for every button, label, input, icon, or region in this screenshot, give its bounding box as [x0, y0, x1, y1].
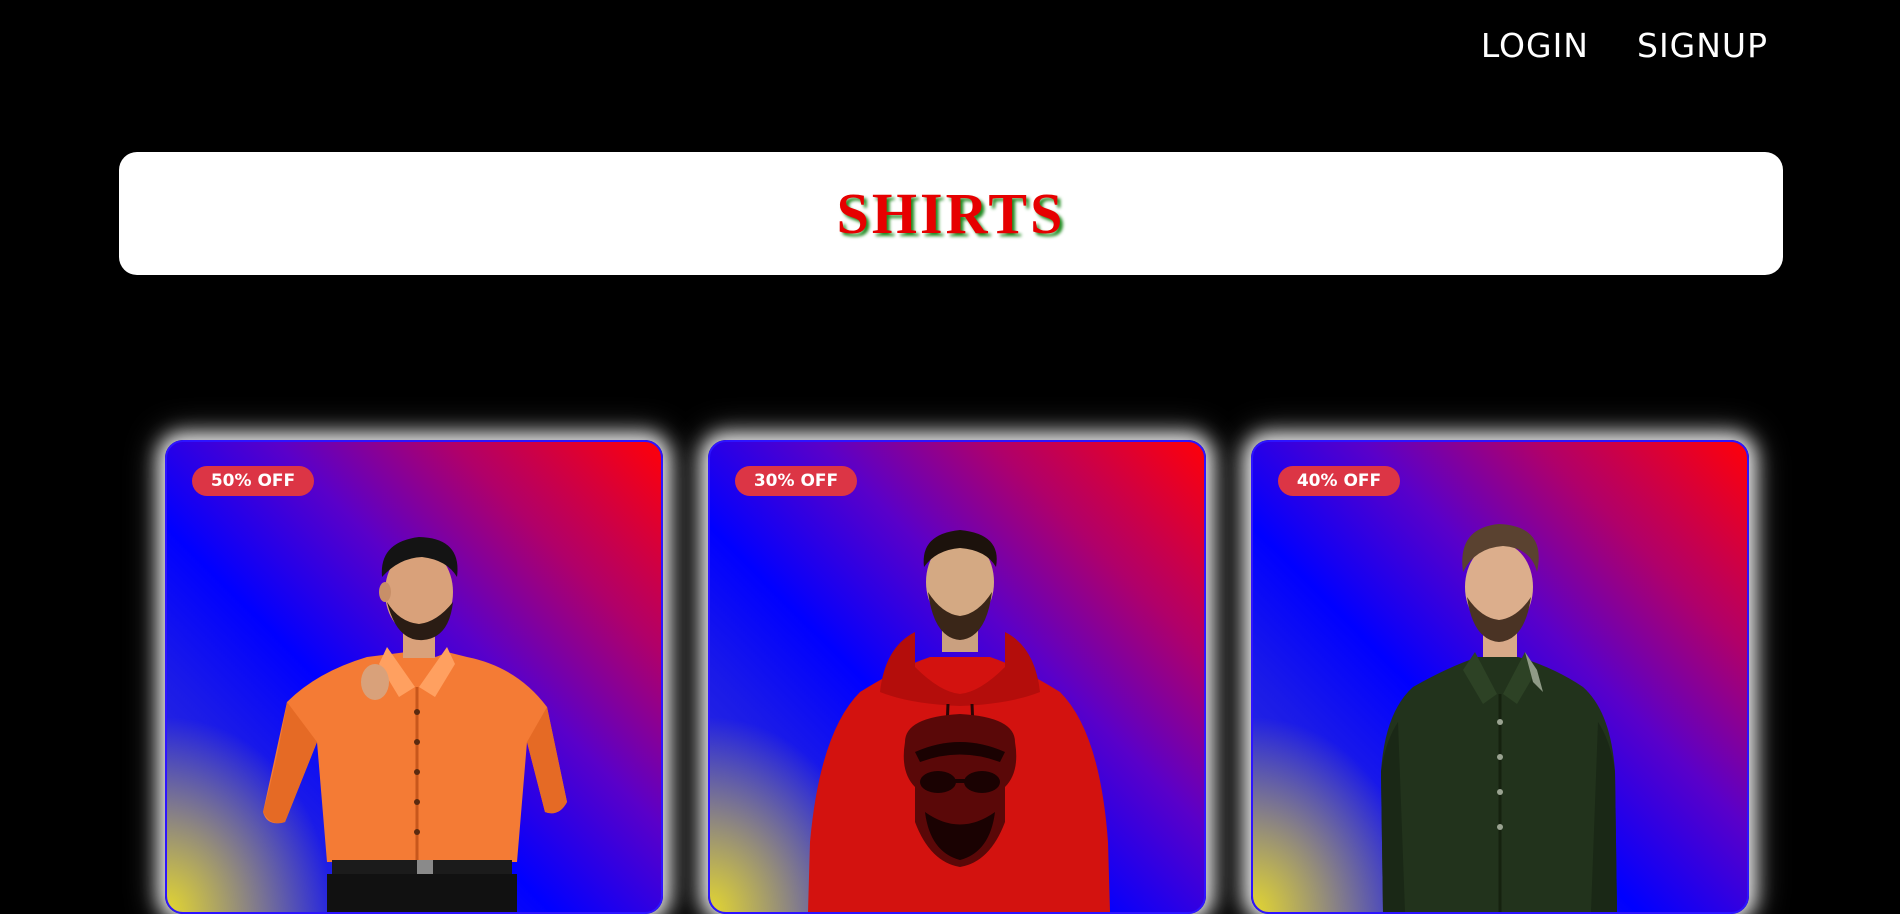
category-title-box: SHIRTS: [119, 152, 1783, 275]
login-link[interactable]: LOGIN: [1481, 26, 1589, 65]
product-card[interactable]: 50% OFF: [165, 440, 663, 914]
product-grid: 50% OFF 30% OFF 40% OFF: [165, 440, 1749, 914]
discount-badge: 30% OFF: [735, 466, 857, 496]
page-title: SHIRTS: [836, 181, 1066, 246]
discount-badge: 50% OFF: [192, 466, 314, 496]
product-image: [263, 537, 567, 912]
discount-badge: 40% OFF: [1278, 466, 1400, 496]
top-nav: LOGIN SIGNUP: [1481, 26, 1768, 65]
product-image: [1381, 524, 1617, 912]
product-card[interactable]: 30% OFF: [708, 440, 1206, 914]
signup-link[interactable]: SIGNUP: [1637, 26, 1768, 65]
product-image: [808, 530, 1110, 912]
product-card[interactable]: 40% OFF: [1251, 440, 1749, 914]
